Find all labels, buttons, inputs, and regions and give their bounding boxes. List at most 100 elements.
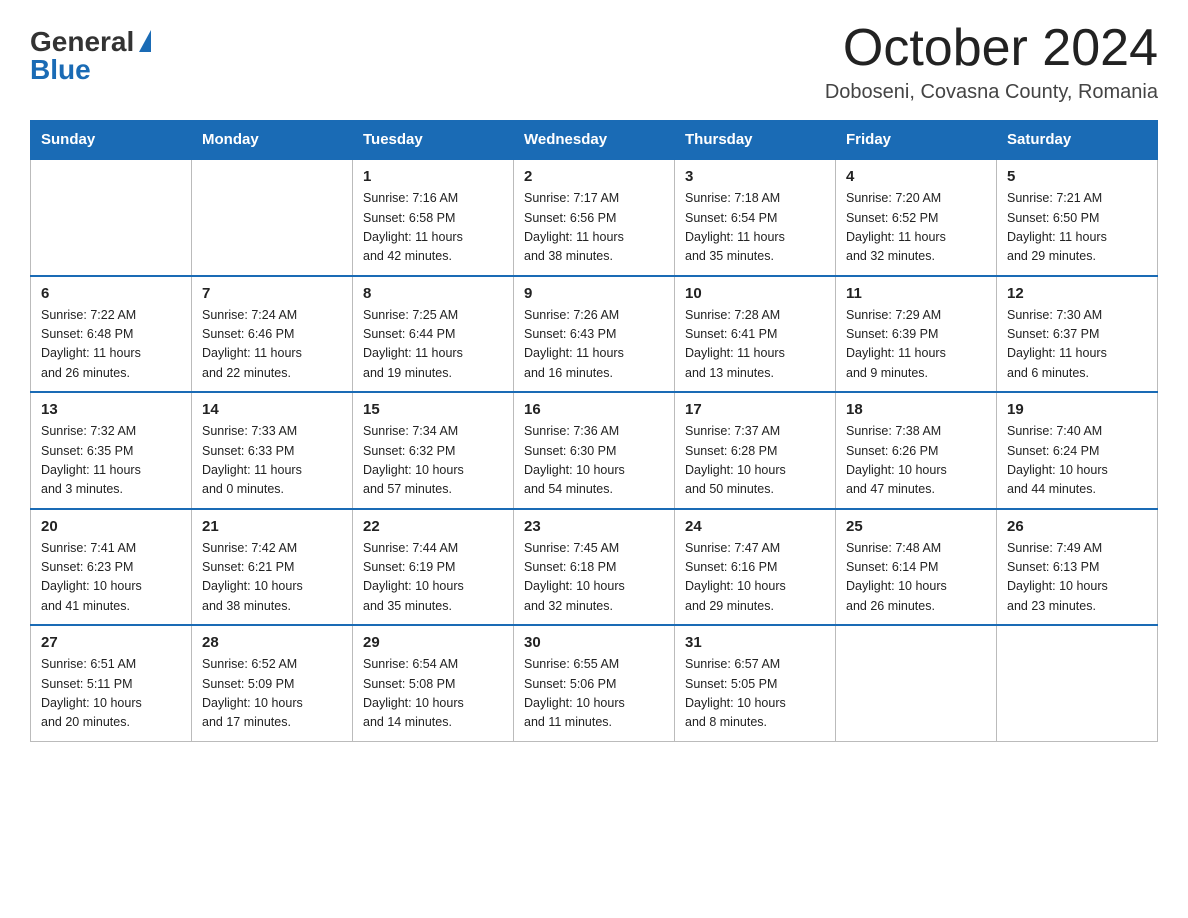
day-number: 24 xyxy=(685,518,825,535)
calendar-cell: 30Sunrise: 6:55 AM Sunset: 5:06 PM Dayli… xyxy=(514,625,675,741)
calendar-header-sunday: Sunday xyxy=(31,121,192,160)
calendar-header-friday: Friday xyxy=(836,121,997,160)
day-detail: Sunrise: 7:22 AM Sunset: 6:48 PM Dayligh… xyxy=(41,306,181,384)
page-header: General Blue October 2024 Doboseni, Cova… xyxy=(30,20,1158,114)
day-number: 26 xyxy=(1007,518,1147,535)
location-title: Doboseni, Covasna County, Romania xyxy=(825,81,1158,104)
day-number: 11 xyxy=(846,285,986,302)
calendar-header-thursday: Thursday xyxy=(675,121,836,160)
calendar-cell: 23 Sunrise: 7:45 AM Sunset: 6:18 PM Dayli… xyxy=(514,509,675,626)
calendar-table: SundayMondayTuesdayWednesdayThursdayFrid… xyxy=(30,120,1158,742)
day-detail: Sunrise: 7:44 AM Sunset: 6:19 PM Dayligh… xyxy=(363,539,503,617)
day-number: 9 xyxy=(524,285,664,302)
calendar-cell: 9 Sunrise: 7:26 AM Sunset: 6:43 PM Daylig… xyxy=(514,276,675,393)
calendar-cell: 1 Sunrise: 7:16 AM Sunset: 6:58 PM Daylig… xyxy=(353,159,514,276)
day-detail: Sunrise: 7:48 AM Sunset: 6:14 PM Dayligh… xyxy=(846,539,986,617)
calendar-week-row: 20 Sunrise: 7:41 AM Sunset: 6:23 PM Dayli… xyxy=(31,509,1158,626)
calendar-cell: 29Sunrise: 6:54 AM Sunset: 5:08 PM Dayli… xyxy=(353,625,514,741)
day-detail: Sunrise: 7:20 AM Sunset: 6:52 PM Dayligh… xyxy=(846,189,986,267)
day-number: 23 xyxy=(524,518,664,535)
day-detail: Sunrise: 7:25 AM Sunset: 6:44 PM Dayligh… xyxy=(363,306,503,384)
day-detail: Sunrise: 7:36 AM Sunset: 6:30 PM Dayligh… xyxy=(524,422,664,500)
calendar-cell: 6 Sunrise: 7:22 AM Sunset: 6:48 PM Daylig… xyxy=(31,276,192,393)
calendar-header-monday: Monday xyxy=(192,121,353,160)
calendar-cell: 25 Sunrise: 7:48 AM Sunset: 6:14 PM Dayli… xyxy=(836,509,997,626)
day-number: 12 xyxy=(1007,285,1147,302)
calendar-cell: 5Sunrise: 7:21 AM Sunset: 6:50 PM Daylig… xyxy=(997,159,1158,276)
day-detail: Sunrise: 7:38 AM Sunset: 6:26 PM Dayligh… xyxy=(846,422,986,500)
calendar-cell: 20 Sunrise: 7:41 AM Sunset: 6:23 PM Dayli… xyxy=(31,509,192,626)
day-number: 20 xyxy=(41,518,181,535)
day-detail: Sunrise: 7:29 AM Sunset: 6:39 PM Dayligh… xyxy=(846,306,986,384)
day-number: 13 xyxy=(41,401,181,418)
calendar-cell: 7 Sunrise: 7:24 AM Sunset: 6:46 PM Daylig… xyxy=(192,276,353,393)
day-detail: Sunrise: 7:42 AM Sunset: 6:21 PM Dayligh… xyxy=(202,539,342,617)
day-number: 18 xyxy=(846,401,986,418)
calendar-cell: 26Sunrise: 7:49 AM Sunset: 6:13 PM Dayli… xyxy=(997,509,1158,626)
day-number: 27 xyxy=(41,634,181,651)
calendar-header-tuesday: Tuesday xyxy=(353,121,514,160)
calendar-cell: 24 Sunrise: 7:47 AM Sunset: 6:16 PM Dayli… xyxy=(675,509,836,626)
day-detail: Sunrise: 7:47 AM Sunset: 6:16 PM Dayligh… xyxy=(685,539,825,617)
calendar-cell: 14 Sunrise: 7:33 AM Sunset: 6:33 PM Dayli… xyxy=(192,392,353,509)
day-number: 5 xyxy=(1007,168,1147,185)
calendar-cell xyxy=(31,159,192,276)
calendar-cell: 11 Sunrise: 7:29 AM Sunset: 6:39 PM Dayli… xyxy=(836,276,997,393)
calendar-cell: 17 Sunrise: 7:37 AM Sunset: 6:28 PM Dayli… xyxy=(675,392,836,509)
day-detail: Sunrise: 7:37 AM Sunset: 6:28 PM Dayligh… xyxy=(685,422,825,500)
day-number: 21 xyxy=(202,518,342,535)
day-detail: Sunrise: 7:33 AM Sunset: 6:33 PM Dayligh… xyxy=(202,422,342,500)
calendar-cell: 16 Sunrise: 7:36 AM Sunset: 6:30 PM Dayli… xyxy=(514,392,675,509)
calendar-header-saturday: Saturday xyxy=(997,121,1158,160)
day-detail: Sunrise: 7:34 AM Sunset: 6:32 PM Dayligh… xyxy=(363,422,503,500)
day-detail: Sunrise: 7:18 AM Sunset: 6:54 PM Dayligh… xyxy=(685,189,825,267)
day-detail: Sunrise: 7:45 AM Sunset: 6:18 PM Dayligh… xyxy=(524,539,664,617)
calendar-cell xyxy=(836,625,997,741)
day-detail: Sunrise: 7:17 AM Sunset: 6:56 PM Dayligh… xyxy=(524,189,664,267)
day-number: 14 xyxy=(202,401,342,418)
day-number: 2 xyxy=(524,168,664,185)
calendar-cell xyxy=(192,159,353,276)
calendar-cell: 28Sunrise: 6:52 AM Sunset: 5:09 PM Dayli… xyxy=(192,625,353,741)
calendar-cell: 18 Sunrise: 7:38 AM Sunset: 6:26 PM Dayli… xyxy=(836,392,997,509)
calendar-header-wednesday: Wednesday xyxy=(514,121,675,160)
day-number: 3 xyxy=(685,168,825,185)
day-number: 17 xyxy=(685,401,825,418)
day-detail: Sunrise: 7:28 AM Sunset: 6:41 PM Dayligh… xyxy=(685,306,825,384)
calendar-week-row: 27 Sunrise: 6:51 AM Sunset: 5:11 PM Dayli… xyxy=(31,625,1158,741)
title-section: October 2024 Doboseni, Covasna County, R… xyxy=(825,20,1158,114)
day-number: 7 xyxy=(202,285,342,302)
calendar-cell: 4Sunrise: 7:20 AM Sunset: 6:52 PM Daylig… xyxy=(836,159,997,276)
day-detail: Sunrise: 7:41 AM Sunset: 6:23 PM Dayligh… xyxy=(41,539,181,617)
day-number: 10 xyxy=(685,285,825,302)
day-detail: Sunrise: 7:24 AM Sunset: 6:46 PM Dayligh… xyxy=(202,306,342,384)
day-detail: Sunrise: 6:54 AM Sunset: 5:08 PM Dayligh… xyxy=(363,655,503,733)
day-number: 22 xyxy=(363,518,503,535)
day-detail: Sunrise: 7:30 AM Sunset: 6:37 PM Dayligh… xyxy=(1007,306,1147,384)
logo: General Blue xyxy=(30,28,151,84)
day-number: 6 xyxy=(41,285,181,302)
calendar-cell: 31Sunrise: 6:57 AM Sunset: 5:05 PM Dayli… xyxy=(675,625,836,741)
logo-general-text: General xyxy=(30,28,134,56)
calendar-week-row: 6 Sunrise: 7:22 AM Sunset: 6:48 PM Daylig… xyxy=(31,276,1158,393)
day-detail: Sunrise: 6:51 AM Sunset: 5:11 PM Dayligh… xyxy=(41,655,181,733)
day-detail: Sunrise: 6:52 AM Sunset: 5:09 PM Dayligh… xyxy=(202,655,342,733)
calendar-cell: 12 Sunrise: 7:30 AM Sunset: 6:37 PM Dayli… xyxy=(997,276,1158,393)
day-number: 1 xyxy=(363,168,503,185)
calendar-week-row: 13 Sunrise: 7:32 AM Sunset: 6:35 PM Dayli… xyxy=(31,392,1158,509)
calendar-cell: 15 Sunrise: 7:34 AM Sunset: 6:32 PM Dayli… xyxy=(353,392,514,509)
day-number: 16 xyxy=(524,401,664,418)
day-number: 15 xyxy=(363,401,503,418)
calendar-cell: 3 Sunrise: 7:18 AM Sunset: 6:54 PM Daylig… xyxy=(675,159,836,276)
day-detail: Sunrise: 7:16 AM Sunset: 6:58 PM Dayligh… xyxy=(363,189,503,267)
day-detail: Sunrise: 7:26 AM Sunset: 6:43 PM Dayligh… xyxy=(524,306,664,384)
calendar-cell: 8 Sunrise: 7:25 AM Sunset: 6:44 PM Daylig… xyxy=(353,276,514,393)
calendar-cell: 10 Sunrise: 7:28 AM Sunset: 6:41 PM Dayli… xyxy=(675,276,836,393)
day-detail: Sunrise: 6:57 AM Sunset: 5:05 PM Dayligh… xyxy=(685,655,825,733)
day-detail: Sunrise: 6:55 AM Sunset: 5:06 PM Dayligh… xyxy=(524,655,664,733)
day-detail: Sunrise: 7:32 AM Sunset: 6:35 PM Dayligh… xyxy=(41,422,181,500)
month-title: October 2024 xyxy=(825,20,1158,77)
calendar-cell xyxy=(997,625,1158,741)
day-number: 8 xyxy=(363,285,503,302)
day-number: 25 xyxy=(846,518,986,535)
